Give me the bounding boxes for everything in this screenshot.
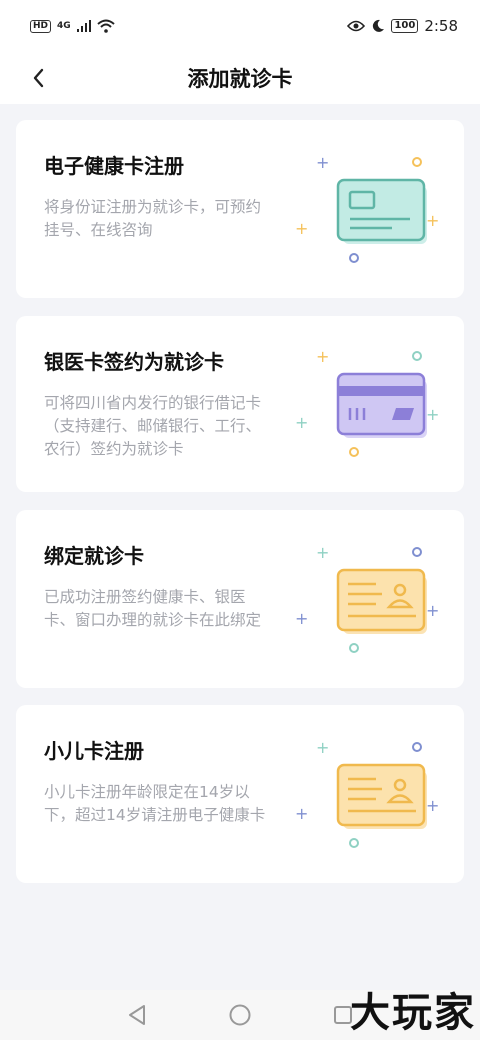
card-health-card-register[interactable]: 电子健康卡注册 将身份证注册为就诊卡，可预约挂号、在线咨询 + + + bbox=[16, 120, 464, 298]
network-type: 4G bbox=[57, 21, 71, 31]
svg-text:+: + bbox=[316, 347, 329, 366]
svg-text:+: + bbox=[426, 405, 439, 424]
signal-icon bbox=[76, 20, 91, 32]
back-triangle-icon[interactable] bbox=[122, 1000, 152, 1030]
health-card-icon: + + + bbox=[295, 153, 439, 263]
svg-text:+: + bbox=[295, 609, 308, 628]
bank-card-icon: + + + bbox=[295, 347, 439, 457]
svg-text:+: + bbox=[316, 543, 329, 562]
wifi-icon bbox=[97, 19, 115, 33]
svg-text:+: + bbox=[316, 738, 329, 757]
svg-text:+: + bbox=[295, 413, 308, 432]
svg-text:+: + bbox=[426, 211, 439, 230]
card-title: 银医卡签约为就诊卡 bbox=[44, 350, 224, 374]
home-circle-icon[interactable] bbox=[225, 1000, 255, 1030]
card-child-card-register[interactable]: 小儿卡注册 小儿卡注册年龄限定在14岁以下，超过14岁请注册电子健康卡 + + … bbox=[16, 705, 464, 883]
nav-bar: 添加就诊卡 bbox=[0, 52, 480, 104]
child-id-card-icon: + + + bbox=[295, 738, 439, 848]
svg-text:+: + bbox=[426, 796, 439, 815]
card-bank-card-sign[interactable]: 银医卡签约为就诊卡 可将四川省内发行的银行借记卡（支持建行、邮储银行、工行、农行… bbox=[16, 316, 464, 492]
hd-badge: HD bbox=[30, 19, 52, 33]
svg-text:+: + bbox=[316, 153, 329, 172]
moon-icon bbox=[373, 19, 385, 32]
status-time: 2:58 bbox=[424, 17, 458, 35]
status-bar: HD 4G 100 2:58 bbox=[0, 0, 480, 52]
back-arrow-icon[interactable] bbox=[26, 64, 54, 92]
status-left: HD 4G bbox=[30, 19, 115, 33]
card-bind-card[interactable]: 绑定就诊卡 已成功注册签约健康卡、银医卡、窗口办理的就诊卡在此绑定 + + + bbox=[16, 510, 464, 688]
system-nav-bar: 大玩家 bbox=[0, 989, 480, 1040]
watermark: 大玩家 bbox=[350, 989, 476, 1036]
card-description: 将身份证注册为就诊卡，可预约挂号、在线咨询 bbox=[44, 198, 262, 239]
card-description: 小儿卡注册年龄限定在14岁以下，超过14岁请注册电子健康卡 bbox=[44, 783, 266, 824]
card-description: 可将四川省内发行的银行借记卡（支持建行、邮储银行、工行、农行）签约为就诊卡 bbox=[44, 394, 262, 458]
svg-text:+: + bbox=[426, 601, 439, 620]
id-card-icon: + + + bbox=[295, 543, 439, 653]
battery-icon: 100 bbox=[391, 19, 419, 33]
status-right: 100 2:58 bbox=[347, 17, 458, 35]
svg-text:+: + bbox=[295, 219, 308, 238]
eye-icon bbox=[347, 20, 366, 32]
card-title: 绑定就诊卡 bbox=[44, 544, 144, 568]
svg-text:+: + bbox=[295, 804, 308, 823]
card-title: 电子健康卡注册 bbox=[44, 154, 184, 178]
page-title: 添加就诊卡 bbox=[187, 67, 293, 91]
card-title: 小儿卡注册 bbox=[44, 739, 144, 763]
card-description: 已成功注册签约健康卡、银医卡、窗口办理的就诊卡在此绑定 bbox=[44, 588, 262, 629]
